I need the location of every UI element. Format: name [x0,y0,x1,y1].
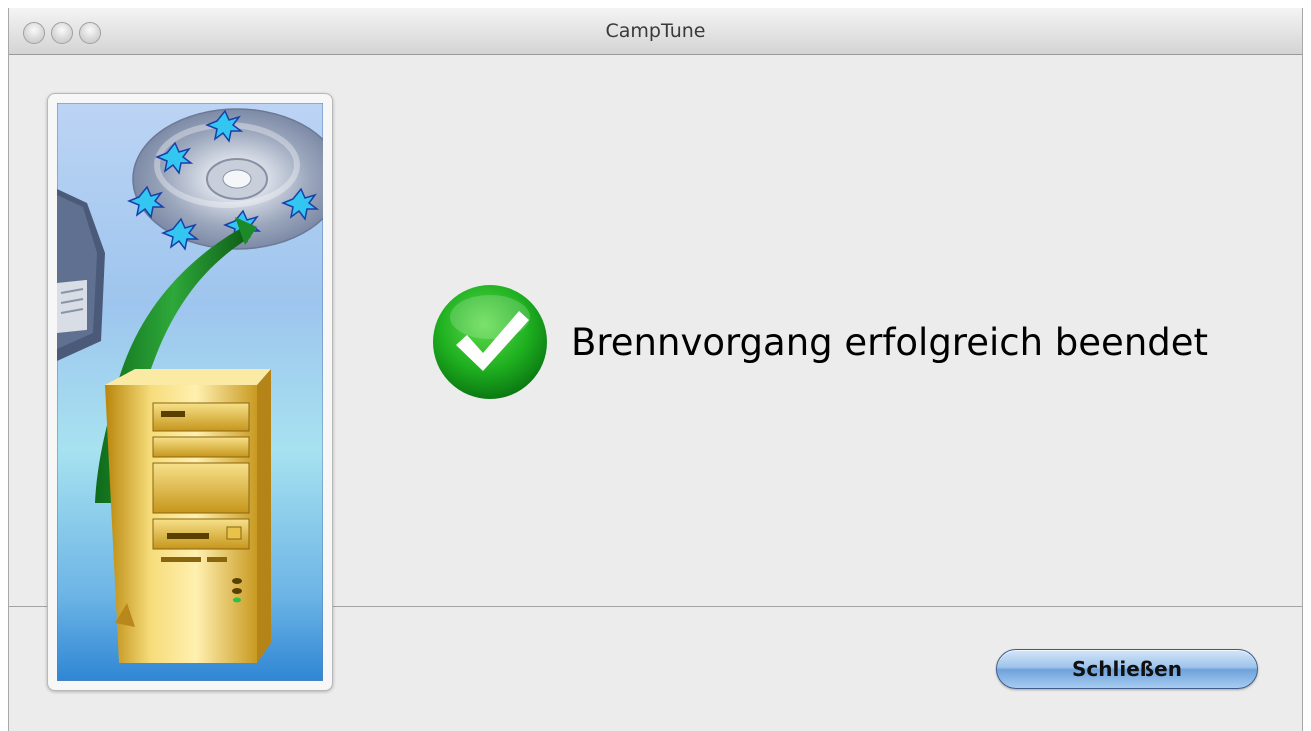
success-checkmark-icon [433,285,547,399]
status-message: Brennvorgang erfolgreich beendet [431,283,1208,401]
completion-message: Brennvorgang erfolgreich beendet [571,320,1209,364]
close-button[interactable]: Schließen [996,649,1258,689]
dialog-window: CampTune Brennvorgang erfolgreich beende… [8,8,1303,731]
computer-tower-icon [105,369,271,663]
window-title: CampTune [605,20,706,42]
burn-illustration-frame [47,93,333,691]
title-bar[interactable]: CampTune [9,8,1302,55]
dialog-content: Brennvorgang erfolgreich beendet Schließ… [9,55,1302,731]
burn-disc-to-computer-illustration [57,103,323,681]
